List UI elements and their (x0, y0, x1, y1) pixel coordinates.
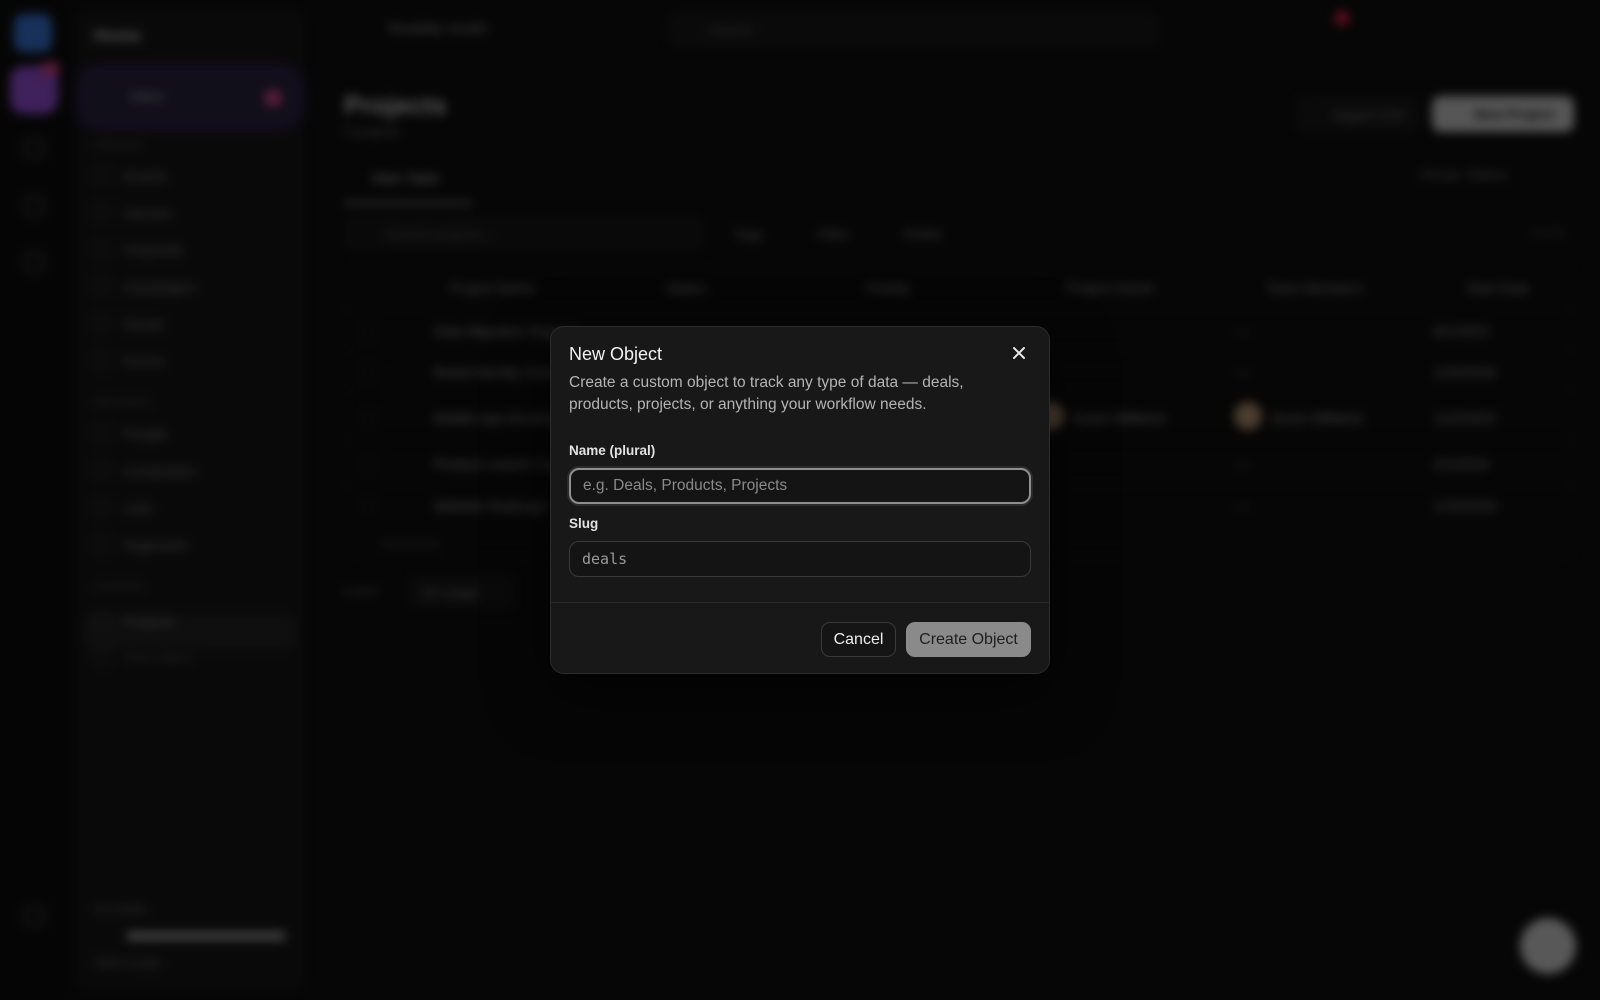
cancel-button[interactable]: Cancel (821, 622, 896, 657)
create-object-button[interactable]: Create Object (906, 622, 1031, 657)
close-icon (1013, 347, 1025, 359)
name-label: Name (plural) (569, 443, 656, 458)
name-plural-input[interactable] (569, 468, 1031, 504)
close-button[interactable] (1007, 341, 1031, 365)
dialog-title: New Object (569, 344, 663, 364)
dialog-description: Create a custom object to track any type… (569, 374, 964, 413)
footer-divider (551, 602, 1049, 603)
new-object-dialog: New Object Create a custom object to tra… (550, 326, 1050, 674)
slug-input[interactable] (569, 541, 1031, 577)
slug-label: Slug (569, 516, 599, 531)
